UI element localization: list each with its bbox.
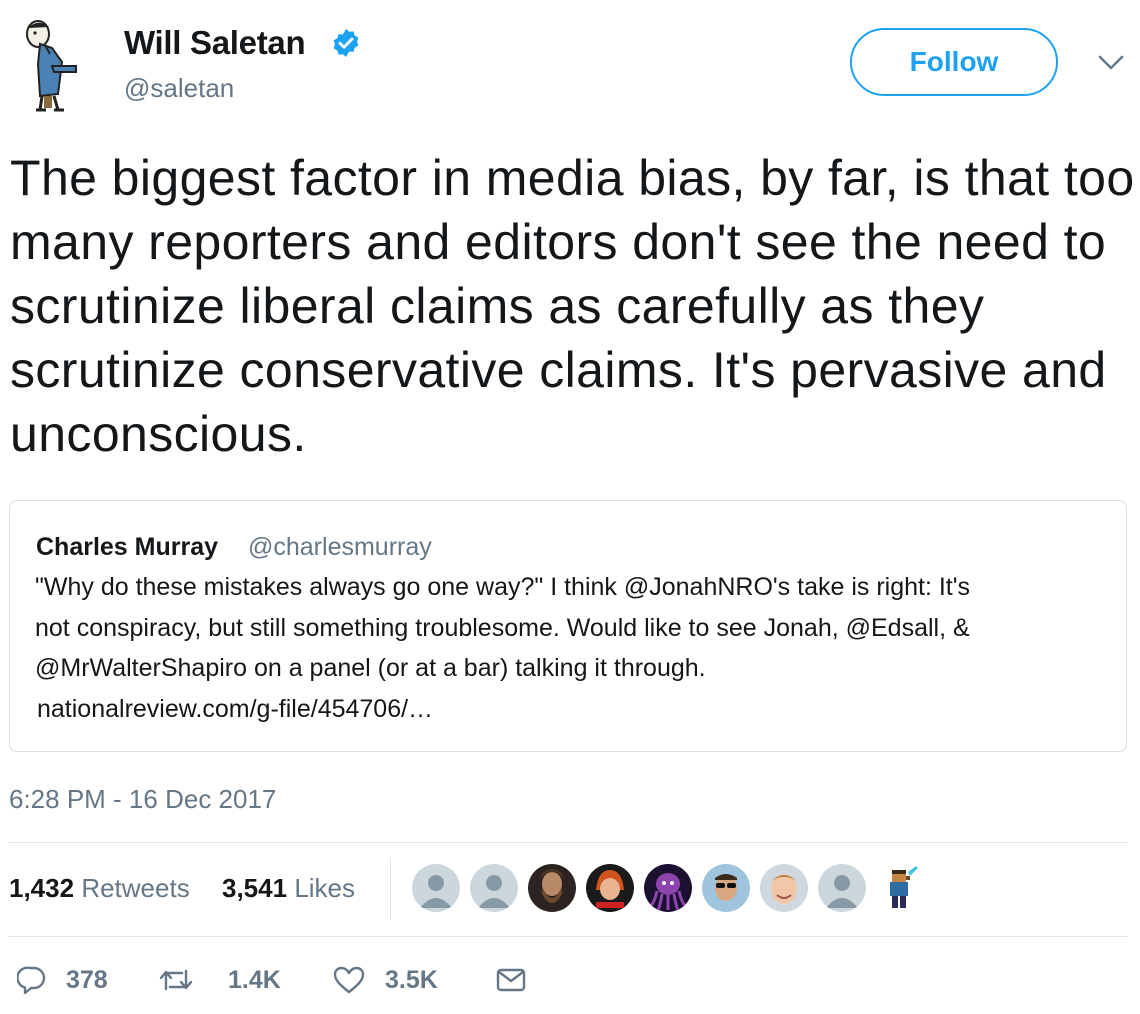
tweet-text: The biggest factor in media bias, by far… <box>10 150 1135 462</box>
divider <box>9 842 1127 843</box>
author-handle[interactable]: @saletan <box>124 73 234 104</box>
likes-label: Likes <box>294 873 356 903</box>
liker-avatar-default[interactable] <box>412 864 460 912</box>
liker-avatar-redhead[interactable] <box>586 864 634 912</box>
divider <box>9 936 1127 937</box>
direct-message-icon[interactable] <box>495 965 527 995</box>
retweets-label: Retweets <box>81 873 190 903</box>
chevron-down-icon[interactable] <box>1097 54 1125 72</box>
likes-stat[interactable]: 3,541 Likes <box>222 873 355 904</box>
quoted-author-handle: @charlesmurray <box>248 533 432 561</box>
liker-avatar-bearded-man[interactable] <box>528 864 576 912</box>
liker-avatar-default[interactable] <box>818 864 866 912</box>
stats-separator <box>390 858 391 920</box>
reply-icon[interactable] <box>17 965 47 995</box>
liker-avatar-purple-octopus[interactable] <box>644 864 692 912</box>
quoted-text-line: @MrWalterShapiro on a panel (or at a bar… <box>35 654 706 682</box>
follow-button[interactable]: Follow <box>850 28 1058 96</box>
heart-icon[interactable] <box>332 965 366 995</box>
liker-avatar-pixel-character[interactable] <box>876 864 924 912</box>
tweet-timestamp[interactable]: 6:28 PM - 16 Dec 2017 <box>9 784 276 815</box>
retweet-icon[interactable] <box>158 965 194 995</box>
author-avatar[interactable] <box>10 14 90 114</box>
retweets-count: 1,432 <box>9 873 75 903</box>
quoted-text-line: not conspiracy, but still something trou… <box>35 614 970 642</box>
quoted-text-line: "Why do these mistakes always go one way… <box>35 573 971 601</box>
retweet-count: 1.4K <box>228 966 281 994</box>
like-count: 3.5K <box>385 966 438 994</box>
author-name[interactable]: Will Saletan <box>124 24 306 62</box>
likes-count: 3,541 <box>222 873 288 903</box>
liker-avatar-smiling-boy[interactable] <box>760 864 808 912</box>
liker-avatar-default[interactable] <box>470 864 518 912</box>
quoted-author-name: Charles Murray <box>36 533 219 561</box>
retweets-stat[interactable]: 1,432 Retweets <box>9 873 190 904</box>
quoted-link[interactable]: nationalreview.com/g-file/454706/… <box>37 695 433 724</box>
liker-avatar-sunglasses-man[interactable] <box>702 864 750 912</box>
verified-badge-icon <box>333 29 359 57</box>
reply-count: 378 <box>66 966 108 994</box>
